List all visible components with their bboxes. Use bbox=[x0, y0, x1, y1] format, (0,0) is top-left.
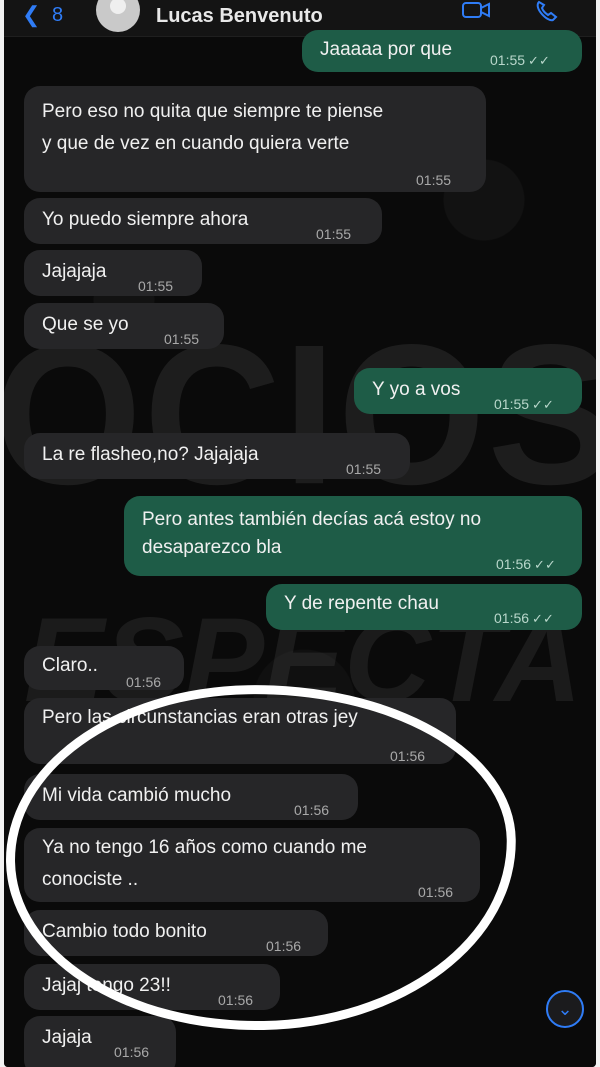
message-time: 01:56 bbox=[126, 674, 162, 690]
message-text-line-2: conociste .. bbox=[42, 869, 139, 890]
incoming-message[interactable]: Que se yo 01:55 bbox=[24, 303, 224, 349]
incoming-message[interactable]: Pero eso no quita que siempre te piense … bbox=[24, 86, 486, 192]
video-camera-icon[interactable] bbox=[462, 0, 490, 30]
message-time: 01:55 ✓✓ bbox=[490, 52, 550, 68]
contact-name[interactable]: Lucas Benvenuto bbox=[156, 2, 323, 30]
message-text: Pero las circunstancias eran otras jey bbox=[42, 707, 358, 728]
avatar[interactable] bbox=[96, 0, 140, 32]
message-text: Cambio todo bonito bbox=[42, 921, 207, 942]
message-text: Yo puedo siempre ahora bbox=[42, 209, 249, 230]
incoming-message[interactable]: Jajaja 01:56 bbox=[24, 1016, 176, 1067]
outgoing-message[interactable]: Y de repente chau 01:56 ✓✓ bbox=[266, 584, 582, 630]
message-text: Y de repente chau bbox=[284, 593, 439, 614]
message-text: Jaaaaa por que bbox=[320, 39, 453, 60]
message-text: Claro.. bbox=[42, 655, 98, 676]
message-text: Y yo a vos bbox=[372, 379, 461, 400]
message-text: Mi vida cambió mucho bbox=[42, 785, 232, 806]
message-text-line-2: desaparezco bla bbox=[142, 537, 282, 558]
message-time: 01:56 bbox=[418, 884, 454, 900]
unread-count[interactable]: 8 bbox=[52, 0, 63, 30]
outgoing-message[interactable]: Pero antes también decías acá estoy no d… bbox=[124, 496, 582, 576]
message-time: 01:56 bbox=[218, 992, 254, 1008]
read-ticks-icon: ✓✓ bbox=[534, 557, 556, 572]
outgoing-message[interactable]: Y yo a vos 01:55 ✓✓ bbox=[354, 368, 582, 414]
read-ticks-icon: ✓✓ bbox=[528, 53, 550, 68]
message-text-line-1: Ya no tengo 16 años como cuando me bbox=[42, 837, 367, 858]
chat-screen: OCIOS ESPECTA ❮ 8 Lucas Benvenuto Jaaaaa… bbox=[4, 0, 596, 1067]
message-time: 01:55 bbox=[316, 226, 352, 242]
message-text-line-1: Pero antes también decías acá estoy no bbox=[142, 509, 482, 530]
chevron-left-icon[interactable]: ❮ bbox=[22, 2, 40, 28]
message-time: 01:56 bbox=[390, 748, 426, 764]
message-text: Jajajaja bbox=[42, 261, 107, 282]
message-time: 01:55 bbox=[416, 172, 452, 188]
message-time: 01:56 bbox=[114, 1044, 150, 1060]
message-text: Que se yo bbox=[42, 314, 129, 335]
incoming-message[interactable]: Claro.. 01:56 bbox=[24, 646, 184, 690]
message-time: 01:56 bbox=[294, 802, 330, 818]
message-text-line-1: Pero eso no quita que siempre te piense bbox=[42, 101, 384, 122]
message-time: 01:55 bbox=[138, 278, 174, 294]
message-time: 01:55 ✓✓ bbox=[494, 396, 554, 412]
message-time: 01:56 ✓✓ bbox=[494, 610, 554, 626]
outgoing-message[interactable]: Jaaaaa por que 01:55 ✓✓ bbox=[302, 30, 582, 72]
message-text: Jajaja bbox=[42, 1027, 92, 1048]
message-text: Jajaj tengo 23!! bbox=[42, 975, 171, 996]
message-text: La re flasheo,no? Jajajaja bbox=[42, 444, 259, 465]
read-ticks-icon: ✓✓ bbox=[532, 397, 554, 412]
incoming-message[interactable]: Jajajaja 01:55 bbox=[24, 250, 202, 296]
read-ticks-icon: ✓✓ bbox=[532, 611, 554, 626]
message-time: 01:56 bbox=[266, 938, 302, 954]
incoming-message[interactable]: La re flasheo,no? Jajajaja 01:55 bbox=[24, 433, 410, 479]
incoming-message[interactable]: Yo puedo siempre ahora 01:55 bbox=[24, 198, 382, 244]
incoming-message[interactable]: Ya no tengo 16 años como cuando me conoc… bbox=[24, 828, 480, 902]
incoming-message[interactable]: Pero las circunstancias eran otras jey 0… bbox=[24, 698, 456, 764]
scroll-to-bottom-button[interactable]: ⌄ bbox=[546, 990, 584, 1028]
message-time: 01:55 bbox=[164, 331, 200, 347]
incoming-message[interactable]: Cambio todo bonito 01:56 bbox=[24, 910, 328, 956]
message-text-line-2: y que de vez en cuando quiera verte bbox=[42, 133, 350, 154]
chevron-down-icon: ⌄ bbox=[557, 999, 573, 1019]
message-time: 01:55 bbox=[346, 461, 382, 477]
message-time: 01:56 ✓✓ bbox=[496, 556, 556, 572]
incoming-message[interactable]: Mi vida cambió mucho 01:56 bbox=[24, 774, 358, 820]
phone-icon[interactable] bbox=[534, 0, 560, 32]
incoming-message[interactable]: Jajaj tengo 23!! 01:56 bbox=[24, 964, 280, 1010]
